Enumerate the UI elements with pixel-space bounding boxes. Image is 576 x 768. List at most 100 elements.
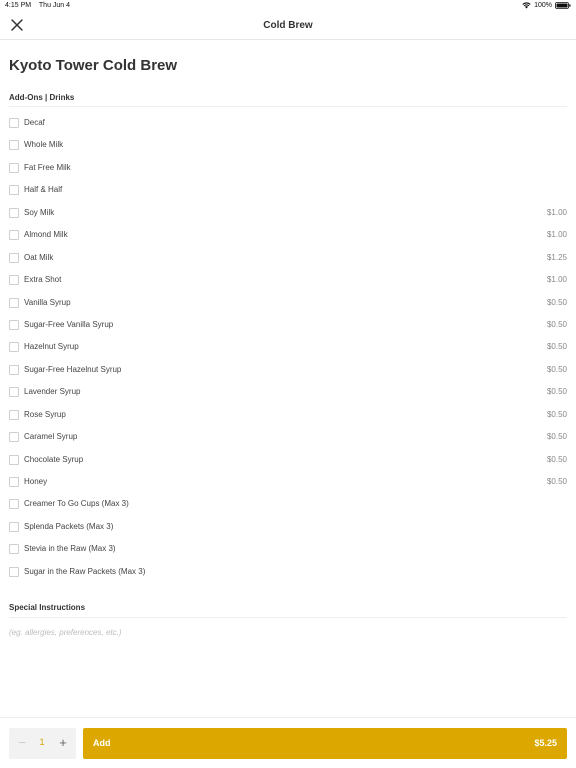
footer: − 1 + Add $5.25 <box>0 717 576 768</box>
addon-checkbox[interactable] <box>9 275 19 286</box>
addons-divider <box>9 106 567 107</box>
increase-quantity-button[interactable]: + <box>56 735 70 751</box>
addon-price: $0.50 <box>546 319 567 329</box>
addon-option-row[interactable]: Lavender Syrup $0.50 <box>0 381 576 403</box>
addon-price: $1.00 <box>546 207 567 217</box>
addon-option-row[interactable]: Hazelnut Syrup $0.50 <box>0 336 576 358</box>
addon-label: Creamer To Go Cups (Max 3) <box>24 499 129 509</box>
addon-label: Whole Milk <box>24 140 64 150</box>
status-time: 4:15 PM <box>5 2 32 9</box>
addon-option-row[interactable]: Stevia in the Raw (Max 3) <box>0 538 576 560</box>
addon-price: $0.50 <box>546 477 567 486</box>
addon-checkbox[interactable] <box>9 162 19 173</box>
addon-price: $0.50 <box>546 297 567 307</box>
addon-price: $1.00 <box>546 230 567 240</box>
addon-label: Honey <box>24 477 48 486</box>
addon-checkbox[interactable] <box>9 432 19 443</box>
addon-checkbox[interactable] <box>9 118 19 128</box>
addon-option-row[interactable]: Half & Half <box>0 179 576 201</box>
addon-option-row[interactable]: Splenda Packets (Max 3) <box>0 516 576 538</box>
addon-checkbox[interactable] <box>9 297 19 308</box>
status-right: 100% <box>522 2 571 9</box>
quantity-stepper: − 1 + <box>9 728 76 759</box>
decrease-quantity-button[interactable]: − <box>15 735 29 751</box>
addon-label: Caramel Syrup <box>24 432 78 442</box>
addon-label: Sugar-Free Vanilla Syrup <box>24 319 114 329</box>
addon-checkbox[interactable] <box>9 454 19 465</box>
addon-checkbox[interactable] <box>9 477 19 487</box>
addon-option-row[interactable]: Sugar-Free Vanilla Syrup $0.50 <box>0 314 576 336</box>
addon-option-row[interactable]: Whole Milk <box>0 134 576 156</box>
addon-label: Soy Milk <box>24 207 55 217</box>
special-instructions-input[interactable] <box>9 624 567 640</box>
addon-label: Splenda Packets (Max 3) <box>24 521 114 531</box>
addon-price: $0.50 <box>546 409 567 419</box>
add-to-order-button[interactable]: Add $5.25 <box>83 728 567 759</box>
addon-option-row[interactable]: Honey $0.50 <box>0 471 576 493</box>
addon-label: Oat Milk <box>24 252 54 262</box>
status-bar: 4:15 PM Thu Jun 4 100% <box>0 0 576 12</box>
addon-label: Extra Shot <box>24 275 62 285</box>
addon-label: Stevia in the Raw (Max 3) <box>24 544 116 554</box>
addon-checkbox[interactable] <box>9 499 19 510</box>
addon-price: $0.50 <box>546 432 567 442</box>
addon-checkbox[interactable] <box>9 230 19 241</box>
status-date: Thu Jun 4 <box>38 2 71 9</box>
addon-option-row[interactable]: Decaf <box>0 112 576 134</box>
addon-option-row[interactable]: Soy Milk $1.00 <box>0 202 576 224</box>
addon-label: Fat Free Milk <box>24 162 71 172</box>
addon-option-row[interactable]: Fat Free Milk <box>0 157 576 179</box>
addon-label: Vanilla Syrup <box>24 297 71 307</box>
addon-label: Lavender Syrup <box>24 387 81 397</box>
addon-price: $0.50 <box>546 364 567 374</box>
status-left: 4:15 PM Thu Jun 4 <box>5 2 76 9</box>
addon-price: $0.50 <box>546 454 567 464</box>
addon-price: $1.25 <box>546 252 567 262</box>
addon-checkbox[interactable] <box>9 252 19 263</box>
battery-icon <box>555 2 571 9</box>
addon-option-row[interactable]: Sugar in the Raw Packets (Max 3) <box>0 561 576 583</box>
battery-percent: 100% <box>534 2 552 9</box>
addon-checkbox[interactable] <box>9 521 19 532</box>
quantity-value: 1 <box>39 737 45 747</box>
addon-option-row[interactable]: Sugar-Free Hazelnut Syrup $0.50 <box>0 359 576 381</box>
addon-option-row[interactable]: Oat Milk $1.25 <box>0 247 576 269</box>
addon-checkbox[interactable] <box>9 185 19 196</box>
addon-option-row[interactable]: Creamer To Go Cups (Max 3) <box>0 493 576 515</box>
addon-checkbox[interactable] <box>9 566 19 577</box>
addon-checkbox[interactable] <box>9 544 19 555</box>
addons-header: Add-Ons | Drinks <box>9 93 75 102</box>
product-title: Kyoto Tower Cold Brew <box>9 57 178 74</box>
addon-label: Sugar in the Raw Packets (Max 3) <box>24 566 146 576</box>
addon-checkbox[interactable] <box>9 319 19 330</box>
addon-label: Rose Syrup <box>24 409 66 419</box>
addon-price: $1.00 <box>546 275 567 285</box>
addon-option-row[interactable]: Almond Milk $1.00 <box>0 224 576 246</box>
addon-label: Half & Half <box>24 185 63 195</box>
add-button-label: Add <box>93 738 111 748</box>
addon-label: Chocolate Syrup <box>24 454 84 464</box>
nav-title: Cold Brew <box>263 20 313 31</box>
special-instructions-divider <box>9 617 567 618</box>
addon-checkbox[interactable] <box>9 207 19 218</box>
addon-option-row[interactable]: Rose Syrup $0.50 <box>0 404 576 426</box>
addon-option-row[interactable]: Caramel Syrup $0.50 <box>0 426 576 448</box>
addon-checkbox[interactable] <box>9 342 19 353</box>
addon-price: $0.50 <box>546 387 567 397</box>
addon-option-row[interactable]: Chocolate Syrup $0.50 <box>0 449 576 471</box>
add-button-price: $5.25 <box>534 738 557 748</box>
addon-label: Sugar-Free Hazelnut Syrup <box>24 364 122 374</box>
addon-checkbox[interactable] <box>9 140 19 151</box>
addon-checkbox[interactable] <box>9 409 19 420</box>
addon-price: $0.50 <box>546 342 567 352</box>
addon-label: Decaf <box>24 118 45 127</box>
addons-list: Decaf Whole Milk Fat Free Milk Half & Half S… <box>0 112 576 583</box>
addon-checkbox[interactable] <box>9 387 19 398</box>
wifi-icon <box>522 2 531 9</box>
addon-label: Hazelnut Syrup <box>24 342 79 352</box>
nav-bar: Cold Brew <box>0 12 576 40</box>
special-instructions-header: Special Instructions <box>9 603 86 612</box>
addon-option-row[interactable]: Extra Shot $1.00 <box>0 269 576 291</box>
addon-option-row[interactable]: Vanilla Syrup $0.50 <box>0 292 576 314</box>
addon-checkbox[interactable] <box>9 364 19 375</box>
